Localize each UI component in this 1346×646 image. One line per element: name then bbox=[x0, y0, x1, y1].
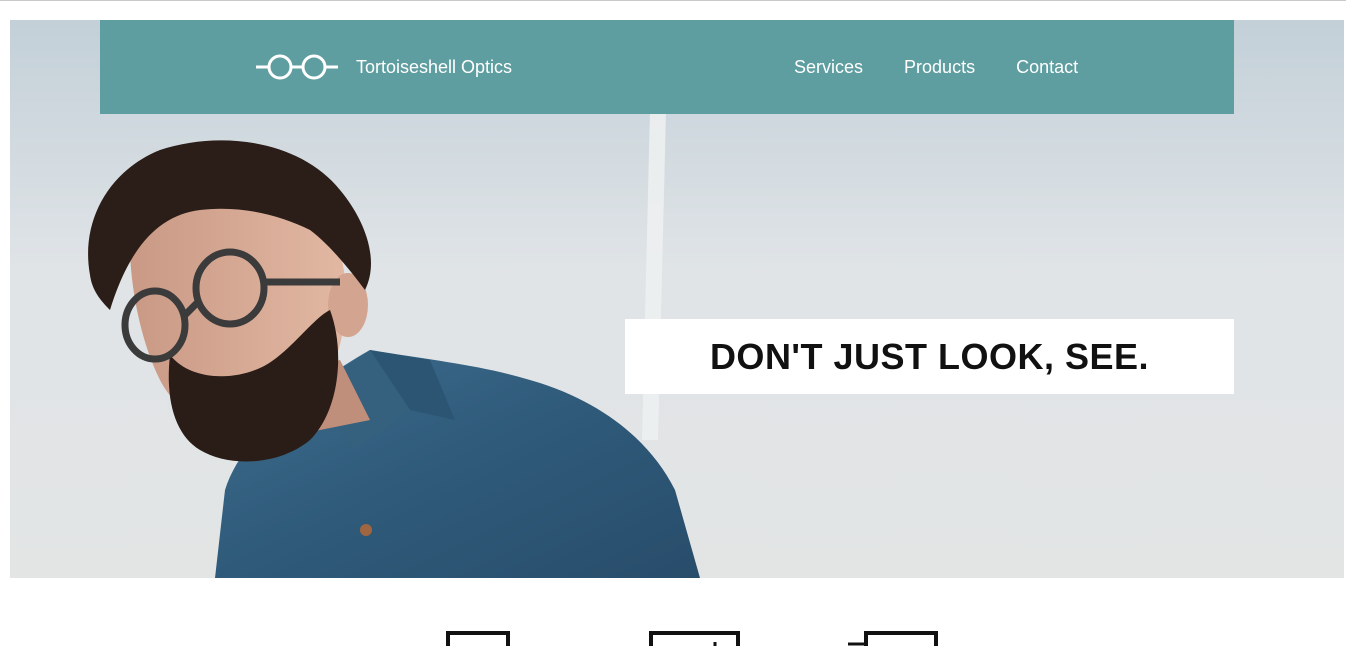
nav-products-link[interactable]: Products bbox=[904, 57, 975, 78]
hero-tagline: DON'T JUST LOOK, SEE. bbox=[709, 335, 1150, 377]
feature-icons-row bbox=[0, 578, 1346, 646]
brand-link[interactable]: Tortoiseshell Optics bbox=[256, 20, 512, 114]
tagline-box: DON'T JUST LOOK, SEE. bbox=[625, 319, 1234, 394]
site-header: Tortoiseshell Optics Services Products C… bbox=[100, 20, 1234, 114]
feature-icon-3 bbox=[848, 631, 938, 646]
main-nav: Services Products Contact bbox=[794, 20, 1119, 114]
brand-name: Tortoiseshell Optics bbox=[356, 56, 513, 77]
nav-contact-link[interactable]: Contact bbox=[1016, 57, 1078, 78]
top-border bbox=[0, 0, 1346, 1]
eyeglasses-icon bbox=[256, 54, 338, 80]
feature-icon-1 bbox=[446, 631, 510, 646]
nav-services-link[interactable]: Services bbox=[794, 57, 863, 78]
feature-icon-2 bbox=[649, 631, 740, 646]
